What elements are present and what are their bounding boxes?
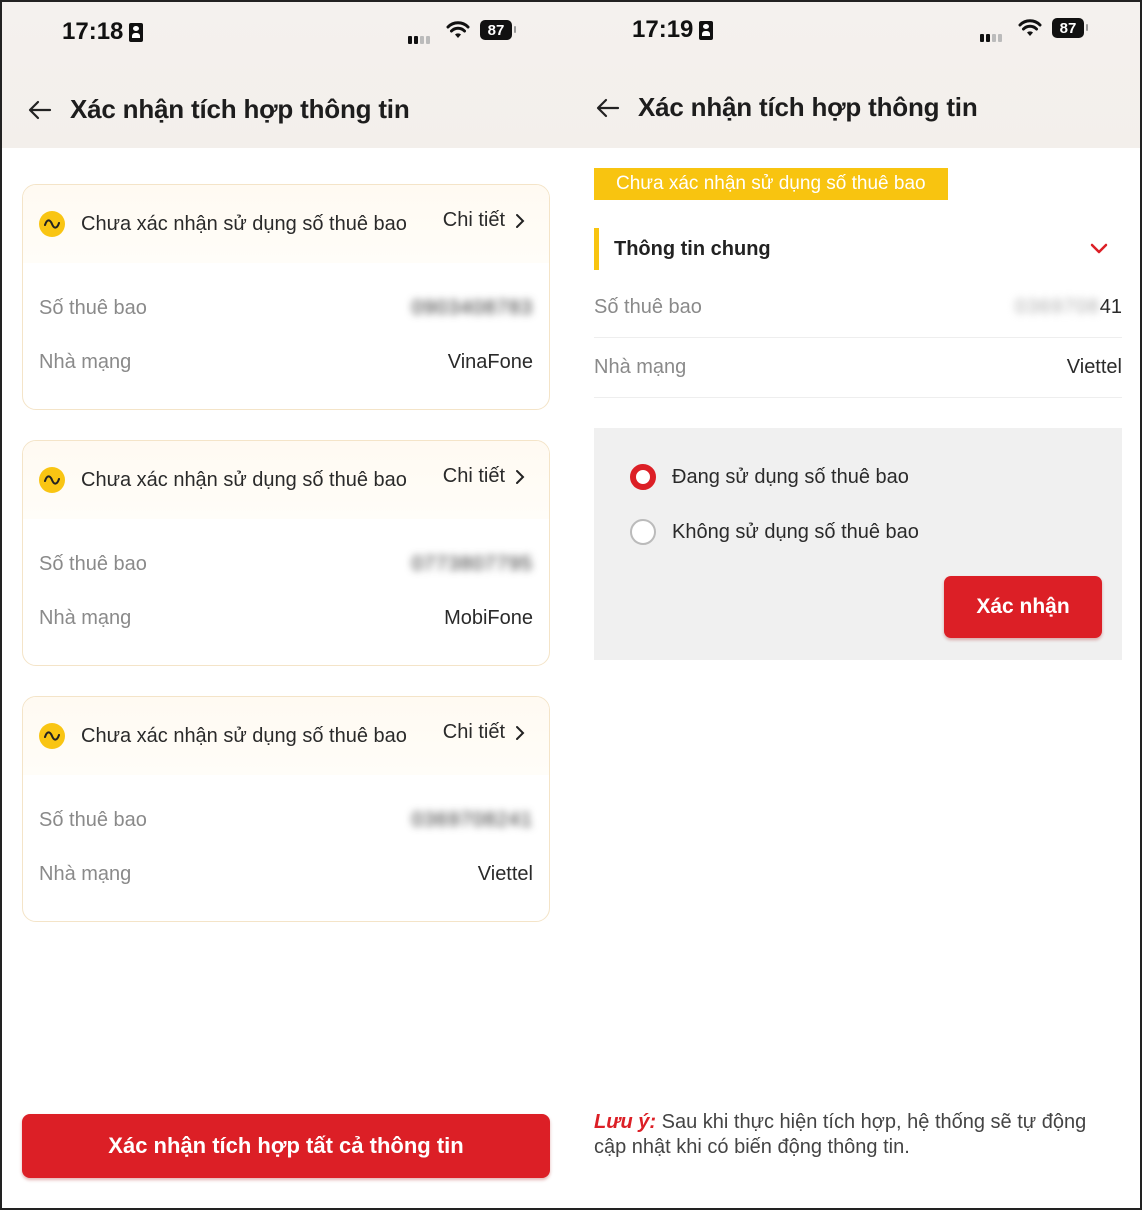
carrier-label: Nhà mạng bbox=[39, 606, 132, 629]
chevron-right-icon bbox=[516, 213, 525, 228]
option-label: Không sử dụng số thuê bao bbox=[672, 520, 919, 543]
carrier-row: Nhà mạng Viettel bbox=[23, 847, 549, 901]
option-in-use[interactable]: Đang sử dụng số thuê bao bbox=[630, 464, 909, 490]
subscriber-value-tail: 41 bbox=[1099, 296, 1122, 318]
subscriber-value: 036970841 bbox=[1015, 296, 1122, 319]
note-body: Sau khi thực hiện tích hợp, hệ thống sẽ … bbox=[594, 1111, 1087, 1158]
page-title: Xác nhận tích hợp thông tin bbox=[70, 94, 410, 124]
radio-selected[interactable] bbox=[630, 464, 656, 490]
general-info-section-header[interactable]: Thông tin chung bbox=[594, 228, 1122, 270]
subscriber-value-blurred: 0369708 bbox=[1014, 296, 1100, 318]
carrier-value: Viettel bbox=[477, 862, 533, 885]
status-indicators: 87 bbox=[408, 20, 516, 44]
detail-label: Chi tiết bbox=[442, 721, 505, 743]
subscriber-row: Số thuê bao 0369708241 bbox=[23, 793, 549, 847]
wifi-icon bbox=[1018, 19, 1042, 36]
usage-options-panel: Đang sử dụng số thuê bao Không sử dụng s… bbox=[594, 428, 1122, 660]
confirm-button[interactable]: Xác nhận bbox=[944, 576, 1102, 638]
subscriber-label: Số thuê bao bbox=[39, 552, 147, 575]
carrier-row: Nhà mạng VinaFone bbox=[23, 335, 549, 389]
subscriber-value: 0369708241 bbox=[411, 808, 533, 831]
status-time: 17:18 bbox=[62, 18, 144, 46]
carrier-label: Nhà mạng bbox=[39, 350, 132, 373]
carrier-value: VinaFone bbox=[447, 350, 533, 373]
battery-icon: 87 bbox=[480, 20, 516, 40]
battery-level: 87 bbox=[487, 21, 505, 39]
subscriber-label: Số thuê bao bbox=[39, 296, 147, 319]
signal-icon bbox=[980, 18, 1008, 42]
detail-label: Chi tiết bbox=[442, 209, 505, 231]
chevron-right-icon bbox=[516, 725, 525, 740]
battery-icon: 87 bbox=[1052, 18, 1088, 38]
option-label: Đang sử dụng số thuê bao bbox=[672, 465, 909, 488]
subscriber-value: 0773807795 bbox=[411, 552, 533, 575]
pending-status-icon bbox=[39, 723, 65, 749]
card-header: Chưa xác nhận sử dụng số thuê bao Chi ti… bbox=[23, 441, 549, 519]
pending-status-icon bbox=[39, 211, 65, 237]
carrier-label: Nhà mạng bbox=[594, 356, 687, 378]
page-header: Xác nhận tích hợp thông tin bbox=[28, 94, 410, 125]
card-status-text: Chưa xác nhận sử dụng số thuê bao bbox=[81, 724, 407, 747]
battery-level: 87 bbox=[1059, 19, 1077, 37]
subscriber-label: Số thuê bao bbox=[594, 296, 702, 318]
carrier-label: Nhà mạng bbox=[39, 862, 132, 885]
detail-label: Chi tiết bbox=[442, 465, 505, 487]
clock-text: 17:18 bbox=[62, 18, 124, 45]
option-not-in-use[interactable]: Không sử dụng số thuê bao bbox=[630, 519, 919, 545]
subscriber-card: Chưa xác nhận sử dụng số thuê bao Chi ti… bbox=[22, 440, 550, 666]
back-arrow-icon[interactable] bbox=[28, 97, 54, 123]
note-label: Lưu ý: bbox=[594, 1111, 657, 1133]
status-indicators: 87 bbox=[980, 18, 1088, 42]
subscriber-row: Số thuê bao 0903408783 bbox=[23, 281, 549, 335]
clock-text: 17:19 bbox=[632, 16, 694, 43]
card-status-text: Chưa xác nhận sử dụng số thuê bao bbox=[81, 212, 407, 235]
pending-status-icon bbox=[39, 467, 65, 493]
page-title: Xác nhận tích hợp thông tin bbox=[638, 92, 978, 122]
carrier-row: Nhà mạng Viettel bbox=[594, 338, 1122, 398]
subscriber-label: Số thuê bao bbox=[39, 808, 147, 831]
subscriber-value: 0903408783 bbox=[411, 296, 533, 319]
subscriber-card: Chưa xác nhận sử dụng số thuê bao Chi ti… bbox=[22, 696, 550, 922]
left-screen: 17:18 87 Xác nhận tích hợp thông tin Chư… bbox=[2, 2, 572, 1208]
card-status-text: Chưa xác nhận sử dụng số thuê bao bbox=[81, 468, 407, 491]
id-card-icon bbox=[699, 20, 714, 40]
radio-unselected[interactable] bbox=[630, 519, 656, 545]
signal-icon bbox=[408, 20, 436, 44]
section-title: Thông tin chung bbox=[614, 237, 771, 260]
section-accent-bar bbox=[594, 228, 599, 270]
card-header: Chưa xác nhận sử dụng số thuê bao Chi ti… bbox=[23, 697, 549, 775]
carrier-row: Nhà mạng MobiFone bbox=[23, 591, 549, 645]
detail-link[interactable]: Chi tiết bbox=[443, 209, 525, 232]
wifi-icon bbox=[446, 21, 470, 38]
subscriber-row: Số thuê bao 0773807795 bbox=[23, 537, 549, 591]
carrier-value: Viettel bbox=[1066, 356, 1122, 378]
back-arrow-icon[interactable] bbox=[596, 95, 622, 121]
carrier-value: MobiFone bbox=[444, 606, 533, 629]
note-text: Lưu ý: Sau khi thực hiện tích hợp, hệ th… bbox=[594, 1110, 1122, 1160]
page-header: Xác nhận tích hợp thông tin bbox=[596, 92, 978, 123]
right-screen: 17:19 87 Xác nhận tích hợp thông tin Chư… bbox=[572, 2, 1140, 1208]
subscriber-row: Số thuê bao 036970841 bbox=[594, 278, 1122, 338]
card-header: Chưa xác nhận sử dụng số thuê bao Chi ti… bbox=[23, 185, 549, 263]
confirm-all-button[interactable]: Xác nhận tích hợp tất cả thông tin bbox=[22, 1114, 550, 1178]
status-badge: Chưa xác nhận sử dụng số thuê bao bbox=[594, 168, 948, 200]
detail-link[interactable]: Chi tiết bbox=[443, 465, 525, 488]
chevron-right-icon bbox=[516, 469, 525, 484]
status-time: 17:19 bbox=[632, 16, 714, 44]
id-card-icon bbox=[129, 22, 144, 42]
chevron-down-icon bbox=[1090, 243, 1108, 254]
detail-link[interactable]: Chi tiết bbox=[443, 721, 525, 744]
subscriber-card: Chưa xác nhận sử dụng số thuê bao Chi ti… bbox=[22, 184, 550, 410]
